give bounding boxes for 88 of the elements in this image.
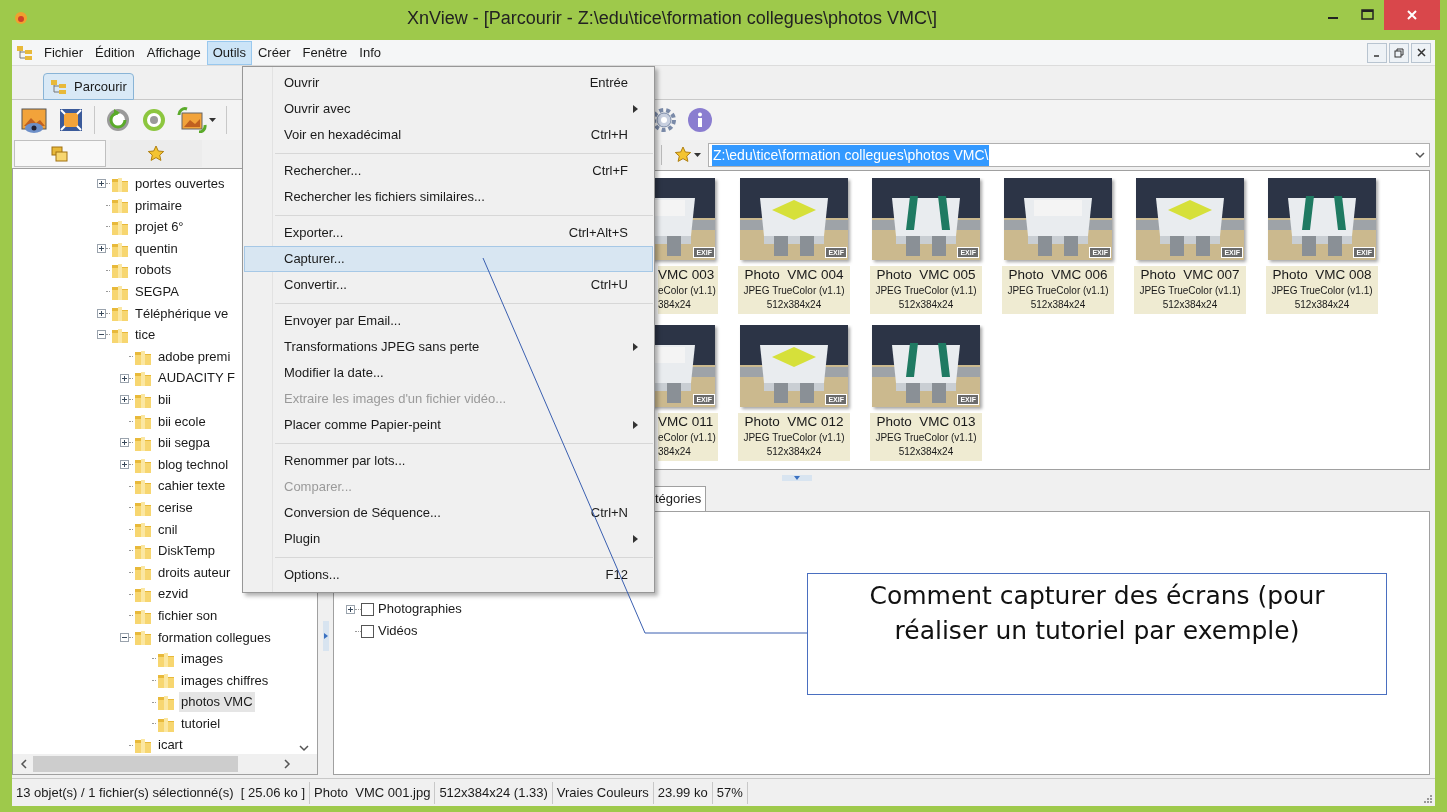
folder-label[interactable]: ezvid (156, 584, 191, 604)
thumbnail-name: Photo VMC 005 (876, 266, 976, 284)
menu-item[interactable]: Info (353, 40, 387, 65)
thumbnail-size: 512x384x24 (766, 445, 822, 459)
folder-label[interactable]: icart (156, 735, 185, 754)
menu-item[interactable]: Voir en hexadécimal Ctrl+H (244, 122, 653, 148)
menu-item[interactable]: Convertir... Ctrl+U (244, 272, 653, 298)
menu-item[interactable]: Fenêtre (296, 40, 354, 65)
menu-item[interactable]: Placer comme Papier-peint (244, 412, 653, 438)
folder-label[interactable]: droits auteur (156, 562, 233, 583)
folder-label[interactable]: bii segpa (156, 433, 213, 453)
folder-label[interactable]: cerise (156, 497, 195, 518)
thumbnail-format: JPEG TrueColor (v1.1) (1139, 284, 1241, 298)
thumbnail-name: VMC 011 (658, 413, 714, 431)
menu-item[interactable]: Modifier la date... (244, 360, 653, 386)
status-text: 23.99 ko (653, 781, 713, 804)
menu-item[interactable]: Affichage (140, 40, 207, 65)
folder-label[interactable]: AUDACITY F (156, 368, 238, 388)
folder-label[interactable]: primaire (133, 195, 184, 216)
menu-item[interactable]: Capturer... (244, 246, 653, 272)
menu-item[interactable]: Fichier (38, 40, 89, 65)
folder-label[interactable]: images chiffres (179, 670, 271, 691)
folder-label[interactable]: cnil (156, 519, 180, 540)
menu-item[interactable]: Ouvrir avec (244, 96, 653, 122)
folder-label[interactable]: SEGPA (133, 282, 181, 302)
folder-label[interactable]: bii ecole (156, 411, 208, 432)
menu-item[interactable]: Exporter... Ctrl+Alt+S (244, 220, 653, 246)
thumbnail-size: 512x384x24 (898, 445, 954, 459)
folder-label[interactable]: photos VMC (179, 692, 255, 712)
menu-item[interactable]: Ouvrir Entrée (244, 70, 653, 96)
thumbnail-format: eColor (v1.1) (658, 284, 716, 298)
folder-label[interactable]: quentin (133, 238, 180, 259)
menu-item[interactable]: Options... F12 (244, 562, 653, 588)
thumbnail-size: 512x384x24 (1030, 298, 1086, 312)
menu-item[interactable]: Édition (89, 40, 141, 65)
folder-label[interactable]: bii (156, 390, 173, 410)
thumbnail-name: Photo VMC 013 (876, 413, 976, 431)
thumbnail-format: JPEG TrueColor (v1.1) (1271, 284, 1373, 298)
category-label[interactable]: Photographies (378, 599, 462, 619)
thumbnail-name: Photo VMC 008 (1272, 266, 1372, 284)
thumbnail-size: 384x24 (658, 298, 691, 312)
folder-label[interactable]: tice (133, 325, 158, 345)
status-text: 13 objet(s) / 1 fichier(s) sélectionné(s) [ 25.06 ko ] (12, 781, 310, 804)
folder-label[interactable]: projet 6° (133, 217, 186, 237)
thumbnail-format: JPEG TrueColor (v1.1) (743, 431, 845, 445)
menu-item[interactable]: Conversion de Séquence... Ctrl+N (244, 500, 653, 526)
callout-text: Comment capturer des écrans (pour réaliser un tutoriel par exemple) (807, 573, 1387, 695)
menu-item[interactable]: Rechercher... Ctrl+F (244, 158, 653, 184)
browse-tab[interactable]: Parcourir (43, 73, 134, 100)
folder-label[interactable]: Téléphérique ve (133, 303, 231, 324)
folder-label[interactable]: robots (133, 260, 174, 280)
thumbnail-name: Photo VMC 007 (1140, 266, 1240, 284)
menu-item[interactable]: Plugin (244, 526, 653, 552)
folder-label[interactable]: blog technol (156, 454, 231, 475)
menu-item[interactable]: Rechercher les fichiers similaires... (244, 184, 653, 210)
thumbnail-name: Photo VMC 012 (744, 413, 844, 431)
thumbnail-size: 384x24 (658, 445, 691, 459)
thumbnail-format: JPEG TrueColor (v1.1) (1007, 284, 1109, 298)
window-title: XnView - [Parcourir - Z:\edu\tice\formation collegues\photos VMC\] (406, 6, 938, 30)
status-text: Vraies Couleurs (552, 781, 654, 804)
thumbnail-format: JPEG TrueColor (v1.1) (875, 284, 977, 298)
thumbnail-format: JPEG TrueColor (v1.1) (875, 431, 977, 445)
thumbnail-size: 512x384x24 (1294, 298, 1350, 312)
status-text: Photo VMC 001.jpg (310, 781, 436, 804)
folder-label[interactable]: DiskTemp (156, 541, 218, 561)
menu-item[interactable]: Transformations JPEG sans perte (244, 334, 653, 360)
status-text: 57% (712, 781, 748, 804)
menu-item[interactable]: Renommer par lots... (244, 448, 653, 474)
thumbnail-format: JPEG TrueColor (v1.1) (743, 284, 845, 298)
thumbnail-name: Photo VMC 006 (1008, 266, 1108, 284)
menu-item[interactable]: Créer (251, 40, 297, 65)
thumbnail-name: VMC 003 (658, 266, 715, 284)
thumbnail-size: 512x384x24 (898, 298, 954, 312)
folder-label[interactable]: tutoriel (179, 713, 223, 734)
folder-label[interactable]: portes ouvertes (133, 174, 227, 194)
menu-item[interactable]: Envoyer par Email... (244, 308, 653, 334)
category-label[interactable]: Vidéos (378, 621, 418, 641)
thumbnail-size: 512x384x24 (766, 298, 822, 312)
thumbnail-name: Photo VMC 004 (744, 266, 844, 284)
menu-item[interactable]: Outils (206, 40, 252, 65)
thumbnail-format: eColor (v1.1) (658, 431, 716, 445)
folder-label[interactable]: cahier texte (156, 476, 228, 496)
folder-label[interactable]: fichier son (156, 605, 220, 626)
folder-label[interactable]: images (179, 649, 225, 669)
thumbnail-size: 512x384x24 (1162, 298, 1218, 312)
folder-label[interactable]: adobe premi (156, 346, 233, 367)
status-text: 512x384x24 (1.33) (435, 781, 553, 804)
folder-label[interactable]: formation collegues (156, 627, 273, 647)
